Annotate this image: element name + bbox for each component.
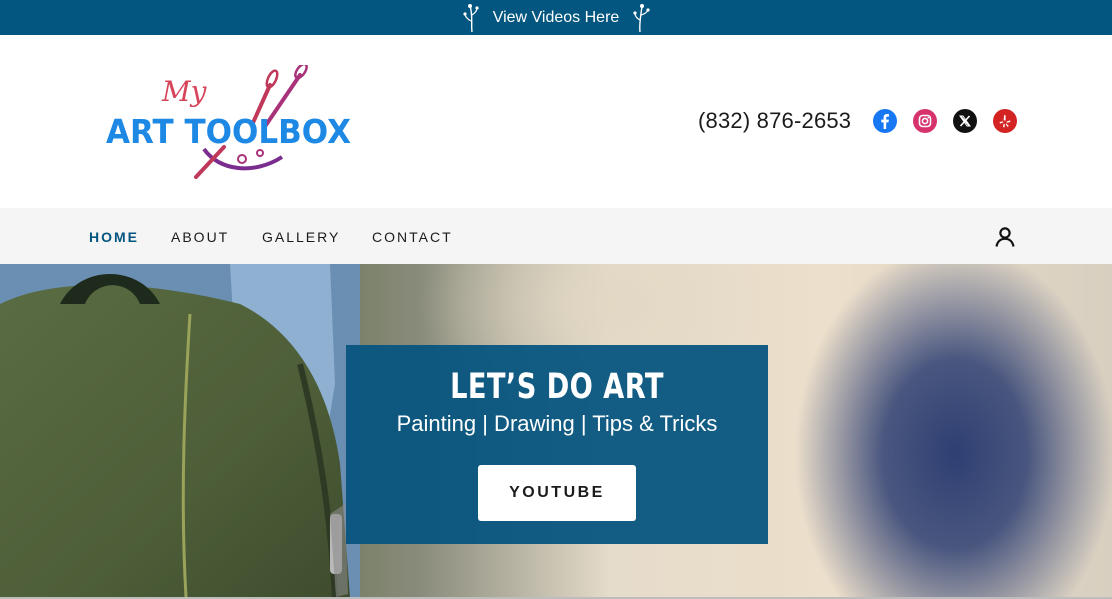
logo-text: ART TOOLBOX: [106, 112, 351, 151]
phone-number[interactable]: (832) 876-2653: [698, 108, 851, 134]
facebook-icon[interactable]: [873, 109, 897, 133]
hero-section: LET’S DO ART Painting | Drawing | Tips &…: [0, 264, 1112, 597]
hero-subtitle: Painting | Drawing | Tips & Tricks: [396, 411, 718, 436]
x-icon[interactable]: [953, 109, 977, 133]
announcement-bar: View Videos Here: [0, 0, 1112, 35]
nav-gallery[interactable]: GALLERY: [262, 229, 340, 245]
site-header: My ART TOOLBOX (832) 876-2653: [0, 35, 1112, 208]
sprig-right-icon: [633, 3, 650, 32]
nav-contact[interactable]: CONTACT: [372, 229, 453, 245]
youtube-button[interactable]: YOUTUBE: [478, 465, 636, 521]
yelp-icon[interactable]: [993, 109, 1017, 133]
main-nav: HOME ABOUT GALLERY CONTACT: [0, 208, 1112, 264]
logo-script: My: [161, 75, 208, 108]
nav-about[interactable]: ABOUT: [171, 229, 229, 245]
sprig-left-icon: [463, 3, 479, 32]
user-icon[interactable]: [993, 225, 1017, 249]
view-videos-link[interactable]: View Videos Here: [493, 9, 620, 27]
hero-title: LET’S DO ART: [450, 367, 664, 407]
instagram-icon[interactable]: [913, 109, 937, 133]
site-logo[interactable]: My ART TOOLBOX: [104, 65, 356, 180]
nav-home[interactable]: HOME: [89, 229, 139, 245]
hero-callout: LET’S DO ART Painting | Drawing | Tips &…: [346, 345, 768, 544]
hero-background-image: [0, 264, 360, 597]
